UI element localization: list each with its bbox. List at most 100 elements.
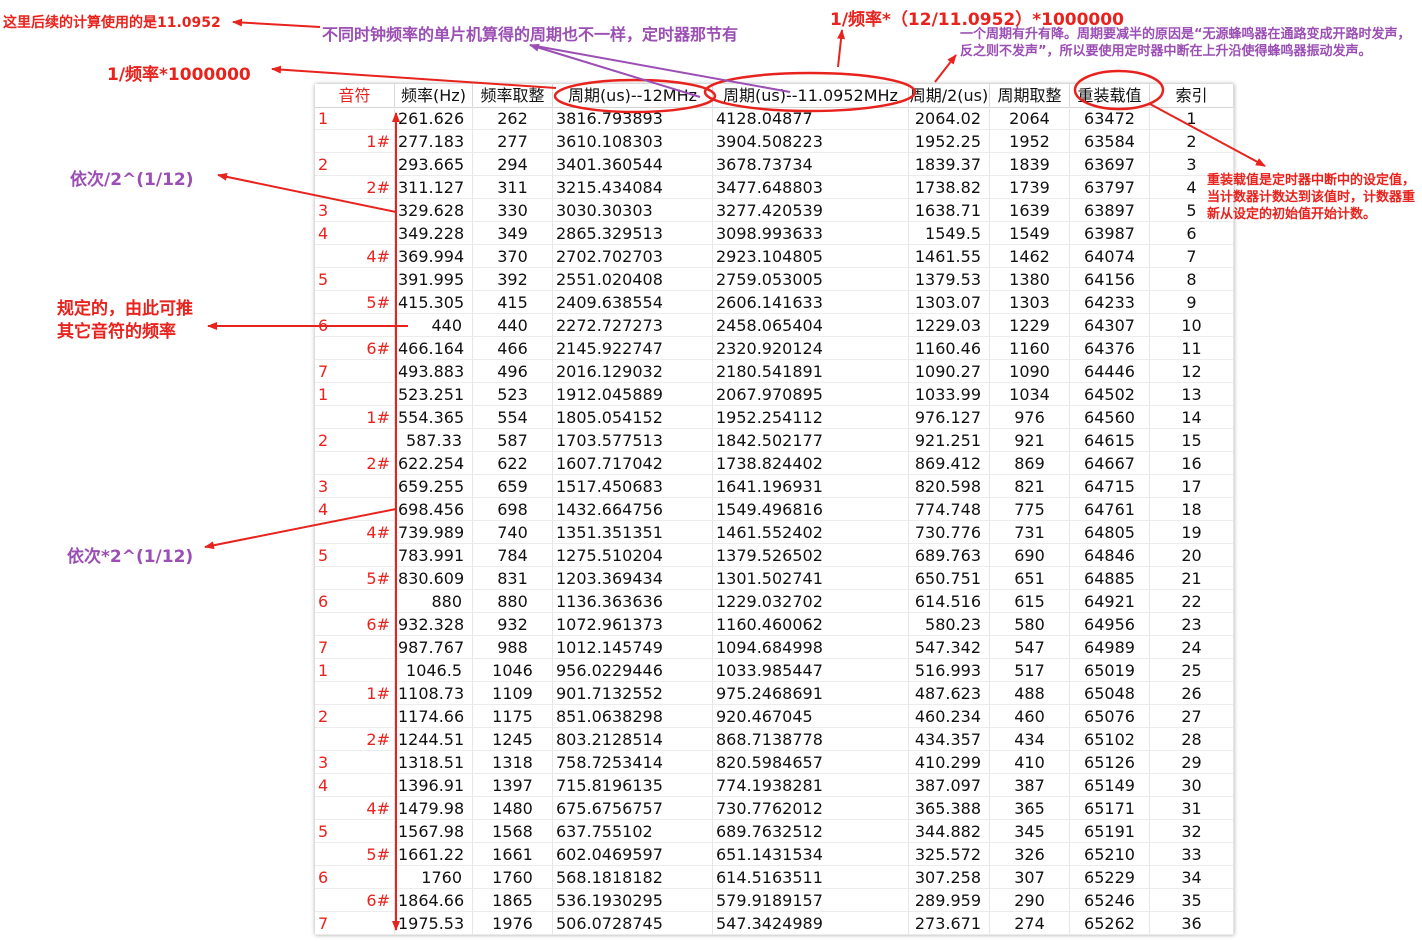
cell-index[interactable]: 6: [1150, 222, 1234, 245]
cell-period-11mhz[interactable]: 547.3424989: [713, 912, 909, 935]
cell-reload-value[interactable]: 65262: [1070, 912, 1150, 935]
cell-reload-value[interactable]: 65149: [1070, 774, 1150, 797]
cell-period-12mhz[interactable]: 1432.664756: [553, 498, 713, 521]
cell-period-rounded[interactable]: 410: [990, 751, 1070, 774]
cell-frequency-rounded[interactable]: 1175: [473, 705, 553, 728]
cell-frequency-rounded[interactable]: 262: [473, 107, 553, 130]
cell-frequency[interactable]: 415.305: [395, 291, 473, 314]
cell-half-period[interactable]: 487.623: [909, 682, 990, 705]
cell-period-11mhz[interactable]: 1738.824402: [713, 452, 909, 475]
cell-note[interactable]: 7: [315, 912, 395, 935]
cell-half-period[interactable]: 689.763: [909, 544, 990, 567]
cell-period-rounded[interactable]: 2064: [990, 107, 1070, 130]
cell-reload-value[interactable]: 65048: [1070, 682, 1150, 705]
cell-period-12mhz[interactable]: 2551.020408: [553, 268, 713, 291]
cell-frequency[interactable]: 466.164: [395, 337, 473, 360]
cell-note[interactable]: 6: [315, 866, 395, 889]
cell-period-12mhz[interactable]: 3030.30303: [553, 199, 713, 222]
cell-reload-value[interactable]: 65102: [1070, 728, 1150, 751]
cell-frequency-rounded[interactable]: 1109: [473, 682, 553, 705]
cell-frequency-rounded[interactable]: 622: [473, 452, 553, 475]
cell-half-period[interactable]: 1638.71: [909, 199, 990, 222]
cell-frequency[interactable]: 622.254: [395, 452, 473, 475]
cell-half-period[interactable]: 921.251: [909, 429, 990, 452]
cell-period-12mhz[interactable]: 1351.351351: [553, 521, 713, 544]
cell-frequency-rounded[interactable]: 880: [473, 590, 553, 613]
cell-period-11mhz[interactable]: 1549.496816: [713, 498, 909, 521]
cell-reload-value[interactable]: 65210: [1070, 843, 1150, 866]
cell-note[interactable]: 6#: [315, 337, 395, 360]
cell-period-rounded[interactable]: 1462: [990, 245, 1070, 268]
cell-note[interactable]: 5: [315, 268, 395, 291]
cell-frequency-rounded[interactable]: 311: [473, 176, 553, 199]
cell-index[interactable]: 31: [1150, 797, 1234, 820]
cell-period-rounded[interactable]: 307: [990, 866, 1070, 889]
cell-frequency-rounded[interactable]: 440: [473, 314, 553, 337]
cell-frequency[interactable]: 369.994: [395, 245, 473, 268]
cell-frequency[interactable]: 1108.73: [395, 682, 473, 705]
cell-half-period[interactable]: 650.751: [909, 567, 990, 590]
cell-period-11mhz[interactable]: 1033.985447: [713, 659, 909, 682]
cell-index[interactable]: 17: [1150, 475, 1234, 498]
cell-index[interactable]: 21: [1150, 567, 1234, 590]
cell-period-rounded[interactable]: 387: [990, 774, 1070, 797]
cell-frequency-rounded[interactable]: 466: [473, 337, 553, 360]
cell-period-12mhz[interactable]: 2409.638554: [553, 291, 713, 314]
cell-frequency[interactable]: 587.33: [395, 429, 473, 452]
cell-reload-value[interactable]: 64805: [1070, 521, 1150, 544]
cell-period-rounded[interactable]: 1229: [990, 314, 1070, 337]
cell-index[interactable]: 19: [1150, 521, 1234, 544]
cell-period-11mhz[interactable]: 3678.73734: [713, 153, 909, 176]
cell-half-period[interactable]: 1229.03: [909, 314, 990, 337]
cell-frequency-rounded[interactable]: 1865: [473, 889, 553, 912]
cell-period-rounded[interactable]: 1549: [990, 222, 1070, 245]
cell-frequency[interactable]: 1479.98: [395, 797, 473, 820]
cell-frequency[interactable]: 1396.91: [395, 774, 473, 797]
cell-period-12mhz[interactable]: 2865.329513: [553, 222, 713, 245]
cell-period-11mhz[interactable]: 651.1431534: [713, 843, 909, 866]
cell-index[interactable]: 23: [1150, 613, 1234, 636]
cell-period-12mhz[interactable]: 2145.922747: [553, 337, 713, 360]
cell-period-11mhz[interactable]: 2759.053005: [713, 268, 909, 291]
cell-period-11mhz[interactable]: 1160.460062: [713, 613, 909, 636]
cell-frequency-rounded[interactable]: 1245: [473, 728, 553, 751]
cell-period-11mhz[interactable]: 774.1938281: [713, 774, 909, 797]
cell-frequency-rounded[interactable]: 523: [473, 383, 553, 406]
cell-frequency[interactable]: 659.255: [395, 475, 473, 498]
cell-reload-value[interactable]: 64956: [1070, 613, 1150, 636]
cell-period-11mhz[interactable]: 1379.526502: [713, 544, 909, 567]
cell-period-11mhz[interactable]: 3904.508223: [713, 130, 909, 153]
cell-period-rounded[interactable]: 326: [990, 843, 1070, 866]
cell-period-12mhz[interactable]: 1012.145749: [553, 636, 713, 659]
cell-period-rounded[interactable]: 1639: [990, 199, 1070, 222]
cell-period-rounded[interactable]: 821: [990, 475, 1070, 498]
cell-frequency[interactable]: 440: [395, 314, 473, 337]
cell-period-11mhz[interactable]: 614.5163511: [713, 866, 909, 889]
cell-index[interactable]: 16: [1150, 452, 1234, 475]
cell-frequency-rounded[interactable]: 415: [473, 291, 553, 314]
cell-period-11mhz[interactable]: 730.7762012: [713, 797, 909, 820]
cell-reload-value[interactable]: 64989: [1070, 636, 1150, 659]
cell-frequency-rounded[interactable]: 294: [473, 153, 553, 176]
cell-note[interactable]: 4: [315, 774, 395, 797]
cell-reload-value[interactable]: 65076: [1070, 705, 1150, 728]
cell-index[interactable]: 25: [1150, 659, 1234, 682]
cell-period-rounded[interactable]: 1034: [990, 383, 1070, 406]
cell-reload-value[interactable]: 65246: [1070, 889, 1150, 912]
cell-note[interactable]: 2#: [315, 176, 395, 199]
cell-period-12mhz[interactable]: 3401.360544: [553, 153, 713, 176]
cell-frequency[interactable]: 1975.53: [395, 912, 473, 935]
cell-reload-value[interactable]: 64074: [1070, 245, 1150, 268]
cell-period-rounded[interactable]: 460: [990, 705, 1070, 728]
cell-period-rounded[interactable]: 690: [990, 544, 1070, 567]
cell-note[interactable]: 2: [315, 705, 395, 728]
cell-period-12mhz[interactable]: 675.6756757: [553, 797, 713, 820]
cell-half-period[interactable]: 976.127: [909, 406, 990, 429]
cell-period-11mhz[interactable]: 1301.502741: [713, 567, 909, 590]
cell-frequency-rounded[interactable]: 988: [473, 636, 553, 659]
cell-half-period[interactable]: 434.357: [909, 728, 990, 751]
cell-period-12mhz[interactable]: 3816.793893: [553, 107, 713, 130]
cell-period-rounded[interactable]: 1160: [990, 337, 1070, 360]
cell-period-rounded[interactable]: 365: [990, 797, 1070, 820]
cell-half-period[interactable]: 547.342: [909, 636, 990, 659]
